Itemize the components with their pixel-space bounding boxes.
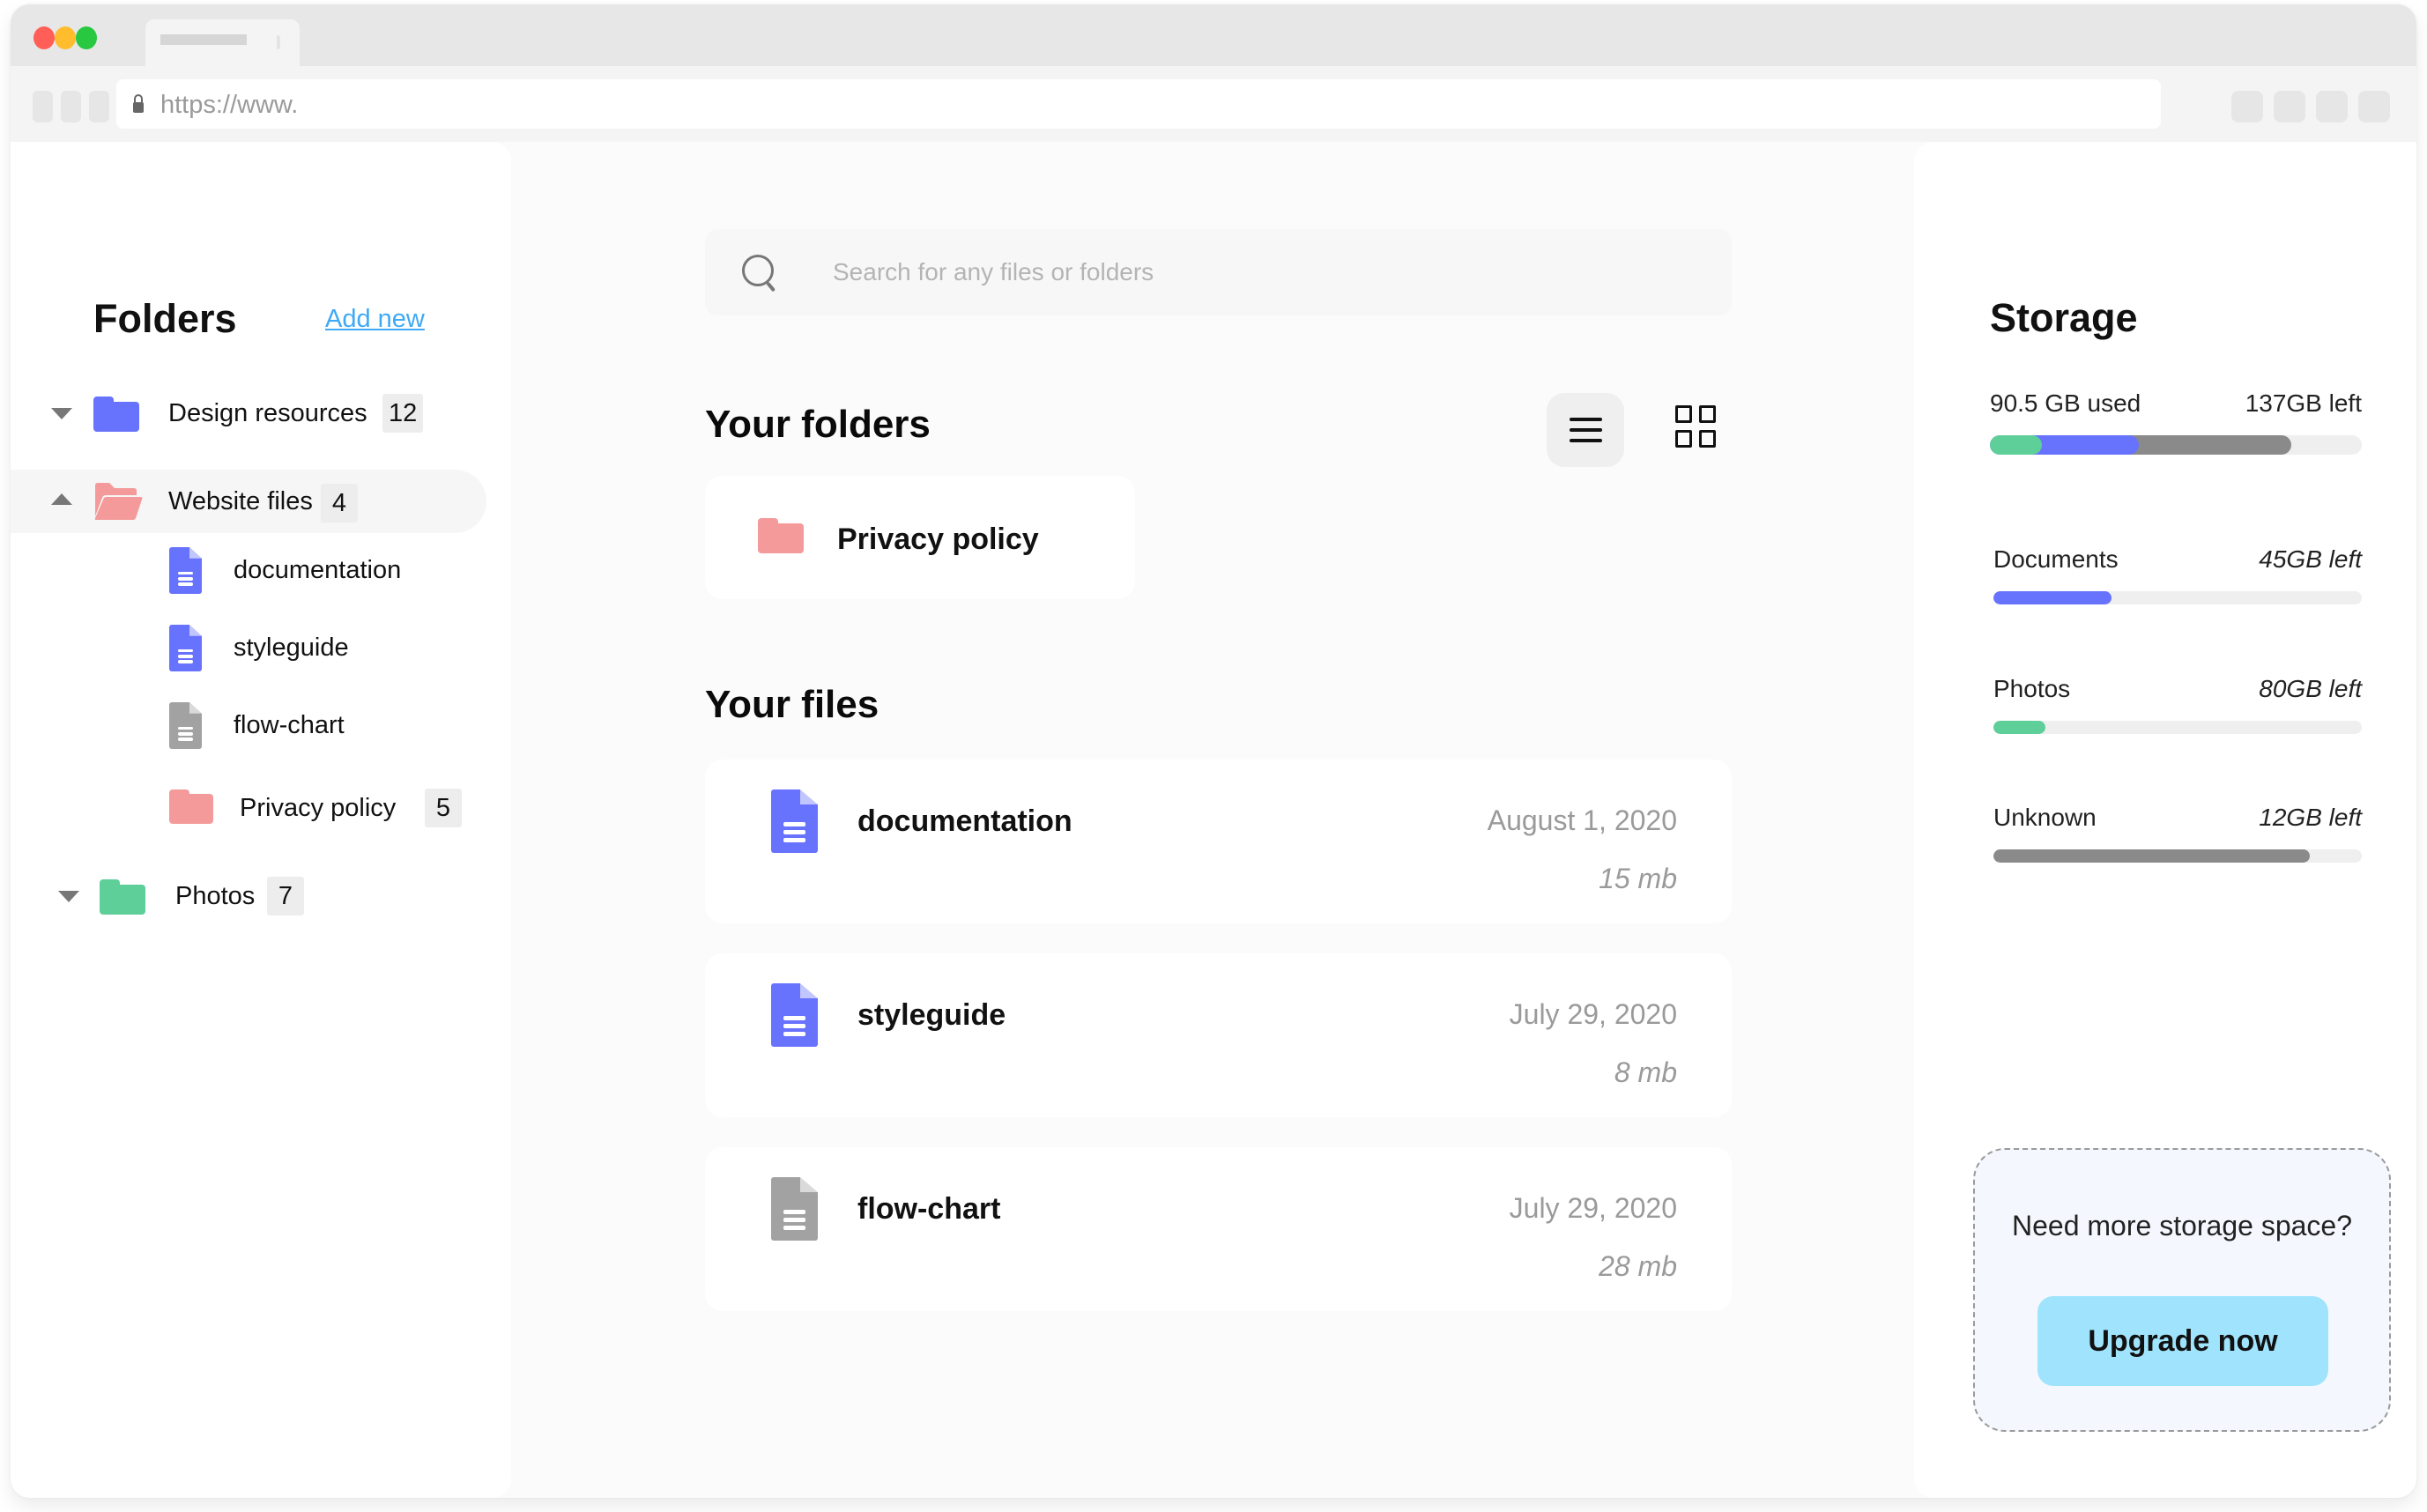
address-toolbar: https://www. xyxy=(11,66,2416,142)
tree-item-photos[interactable]: Photos 7 xyxy=(11,864,486,928)
expand-caret-icon[interactable] xyxy=(58,891,79,902)
file-size: 8 mb xyxy=(1614,1056,1677,1088)
lock-icon xyxy=(133,94,144,114)
category-name: Documents xyxy=(1993,545,2119,573)
document-icon xyxy=(169,547,202,594)
document-icon xyxy=(771,1177,818,1241)
file-card-styleguide[interactable]: styleguide July 29, 2020 8 mb xyxy=(705,953,1732,1117)
category-left: 80GB left xyxy=(2259,675,2362,702)
reload-button[interactable] xyxy=(89,91,109,122)
storage-category-photos: Photos 80GB left xyxy=(1993,675,2362,703)
documents-usage-fill xyxy=(1993,591,2112,604)
add-new-folder-link[interactable]: Add new xyxy=(325,305,425,334)
file-size: 15 mb xyxy=(1599,863,1677,894)
category-name: Unknown xyxy=(1993,804,2097,831)
item-count-badge: 4 xyxy=(321,484,358,523)
file-date: July 29, 2020 xyxy=(1509,998,1677,1030)
storage-segment-photos xyxy=(1990,435,2043,455)
address-bar[interactable]: https://www. xyxy=(116,79,2161,129)
document-icon xyxy=(169,625,202,671)
folder-icon xyxy=(169,789,213,824)
file-size: 28 mb xyxy=(1599,1250,1677,1282)
storage-title: Storage xyxy=(1990,295,2138,340)
toolbar-button-1[interactable] xyxy=(2231,91,2263,122)
tree-item-privacy-policy[interactable]: Privacy policy 5 xyxy=(143,776,478,840)
tree-item-documentation[interactable]: documentation xyxy=(143,538,478,602)
storage-category-documents: Documents 45GB left xyxy=(1993,545,2362,574)
folder-icon xyxy=(758,518,804,553)
tree-item-flow-chart[interactable]: flow-chart xyxy=(143,693,478,757)
folders-sidebar: Folders Add new Design resources 12 Webs… xyxy=(11,142,511,1498)
search-bar[interactable] xyxy=(705,229,1732,315)
storage-category-unknown: Unknown 12GB left xyxy=(1993,804,2362,832)
folder-icon xyxy=(93,397,139,432)
folder-open-icon xyxy=(94,483,143,520)
sidebar-title: Folders xyxy=(93,296,237,341)
document-icon xyxy=(771,789,818,853)
your-files-heading: Your files xyxy=(705,683,880,726)
tree-item-website-files[interactable]: Website files 4 xyxy=(11,470,486,533)
toolbar-button-2[interactable] xyxy=(2274,91,2305,122)
item-count-badge: 12 xyxy=(382,394,424,433)
unknown-usage-fill xyxy=(1993,849,2311,863)
documents-usage-bar xyxy=(1993,591,2362,604)
tab-bar xyxy=(11,4,2416,66)
storage-summary: 90.5 GB used 137GB left xyxy=(1990,389,2362,418)
tree-item-label: Privacy policy xyxy=(240,794,397,822)
close-window-button[interactable] xyxy=(33,26,55,49)
item-count-badge: 5 xyxy=(425,789,462,827)
category-left: 12GB left xyxy=(2259,804,2362,831)
your-folders-heading: Your folders xyxy=(705,403,931,446)
collapse-caret-icon[interactable] xyxy=(51,493,72,505)
minimize-window-button[interactable] xyxy=(55,26,76,49)
photos-usage-bar xyxy=(1993,721,2362,734)
tree-item-label: Design resources xyxy=(168,399,367,427)
forward-button[interactable] xyxy=(61,91,81,122)
file-card-flow-chart[interactable]: flow-chart July 29, 2020 28 mb xyxy=(705,1147,1732,1311)
item-count-badge: 7 xyxy=(267,877,304,915)
url-text: https://www. xyxy=(160,91,299,119)
tree-item-label: documentation xyxy=(234,556,402,584)
category-name: Photos xyxy=(1993,675,2071,702)
toolbar-button-3[interactable] xyxy=(2316,91,2348,122)
folder-card-label: Privacy policy xyxy=(837,523,1039,556)
category-left: 45GB left xyxy=(2259,545,2362,573)
back-button[interactable] xyxy=(33,91,53,122)
grid-view-button[interactable] xyxy=(1675,405,1716,448)
file-name: styleguide xyxy=(857,998,1006,1032)
folder-card-privacy-policy[interactable]: Privacy policy xyxy=(705,476,1135,599)
new-tab-button[interactable] xyxy=(256,26,277,58)
document-icon xyxy=(169,702,202,749)
document-icon xyxy=(771,983,818,1047)
tree-item-label: Photos xyxy=(175,882,256,910)
file-date: August 1, 2020 xyxy=(1487,804,1677,836)
toolbar-button-4[interactable] xyxy=(2358,91,2390,122)
storage-left-label: 137GB left xyxy=(2245,389,2362,417)
upgrade-now-button[interactable]: Upgrade now xyxy=(2037,1296,2328,1386)
search-icon xyxy=(742,255,777,293)
file-date: July 29, 2020 xyxy=(1509,1192,1677,1224)
folder-icon xyxy=(100,879,145,915)
maximize-window-button[interactable] xyxy=(76,26,97,49)
expand-caret-icon[interactable] xyxy=(51,408,72,419)
storage-panel: Storage 90.5 GB used 137GB left Document… xyxy=(1914,142,2416,1498)
upgrade-promo-text: Need more storage space? xyxy=(2012,1210,2352,1241)
file-name: flow-chart xyxy=(857,1192,1001,1226)
list-view-button[interactable] xyxy=(1547,393,1624,467)
tree-item-styleguide[interactable]: styleguide xyxy=(143,616,478,679)
tree-item-label: styleguide xyxy=(234,634,349,662)
file-card-documentation[interactable]: documentation August 1, 2020 15 mb xyxy=(705,760,1732,923)
tree-item-label: Website files xyxy=(168,487,313,515)
upgrade-promo-card: Need more storage space? Upgrade now xyxy=(1973,1148,2391,1432)
browser-window: https://www. Folders Add new Design reso… xyxy=(11,4,2416,1498)
photos-usage-fill xyxy=(1993,721,2045,734)
overall-storage-bar xyxy=(1990,435,2362,455)
tab-title-placeholder xyxy=(160,34,247,45)
tree-item-design-resources[interactable]: Design resources 12 xyxy=(11,382,486,445)
search-input[interactable] xyxy=(833,229,1696,315)
tree-item-label: flow-chart xyxy=(234,711,345,739)
storage-used-label: 90.5 GB used xyxy=(1990,389,2141,417)
file-name: documentation xyxy=(857,804,1072,838)
unknown-usage-bar xyxy=(1993,849,2362,863)
